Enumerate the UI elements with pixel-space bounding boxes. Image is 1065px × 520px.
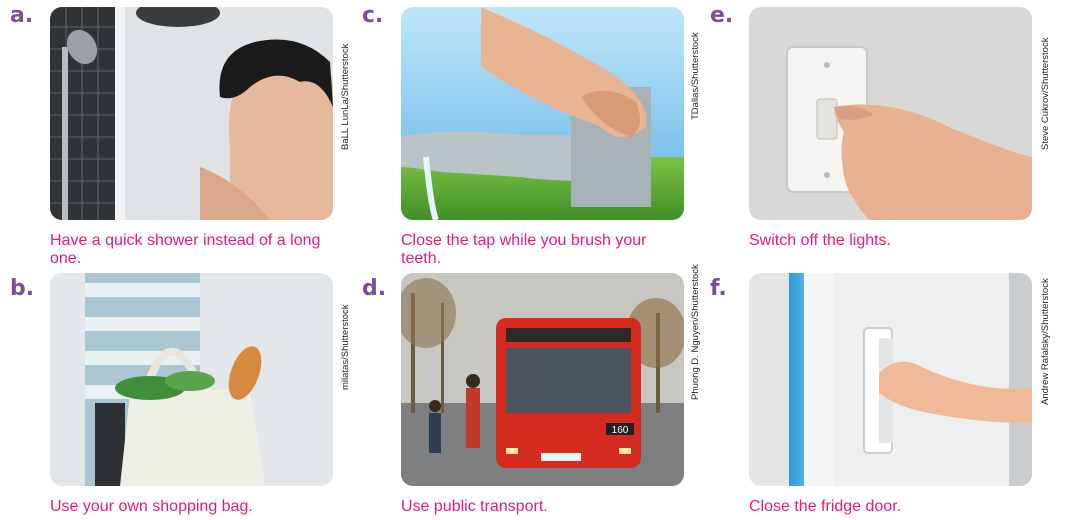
bus-route-number: 160 bbox=[612, 425, 629, 436]
caption-e: Switch off the lights. bbox=[749, 232, 891, 249]
caption-a: Have a quick shower instead of a long on… bbox=[50, 232, 321, 267]
item-letter-c: c. bbox=[362, 3, 384, 28]
photo-man-showering bbox=[50, 7, 333, 220]
item-letter-a: a. bbox=[10, 3, 34, 28]
item-letter-d: d. bbox=[362, 276, 387, 301]
caption-f: Close the fridge door. bbox=[749, 498, 902, 515]
photo-credit-b: milatas/Shutterstock bbox=[340, 304, 351, 390]
caption-d: Use public transport. bbox=[401, 498, 548, 515]
photo-credit-c: TDallas/Shutterstock bbox=[690, 32, 701, 120]
photo-reusable-shopping-bag bbox=[50, 273, 333, 486]
photo-credit-a: BaLL LunLa/Shutterstock bbox=[340, 43, 351, 150]
photo-credit-e: Steve Cukrov/Shutterstock bbox=[1040, 37, 1051, 150]
caption-b: Use your own shopping bag. bbox=[50, 498, 253, 515]
item-letter-e: e. bbox=[710, 3, 734, 28]
item-letter-f: f. bbox=[710, 276, 727, 301]
photo-credit-f: Andrew Rafalsky/Shutterstock bbox=[1040, 278, 1051, 405]
photo-hand-closing-tap bbox=[401, 7, 684, 220]
photo-credit-d: Phuong D. Nguyen/Shutterstock bbox=[690, 264, 701, 400]
caption-c: Close the tap while you brush your teeth… bbox=[401, 232, 647, 267]
photo-finger-on-light-switch bbox=[749, 7, 1032, 220]
item-letter-b: b. bbox=[10, 276, 35, 301]
photo-red-city-bus: 160 bbox=[401, 273, 684, 486]
photo-hand-closing-fridge-door bbox=[749, 273, 1032, 486]
